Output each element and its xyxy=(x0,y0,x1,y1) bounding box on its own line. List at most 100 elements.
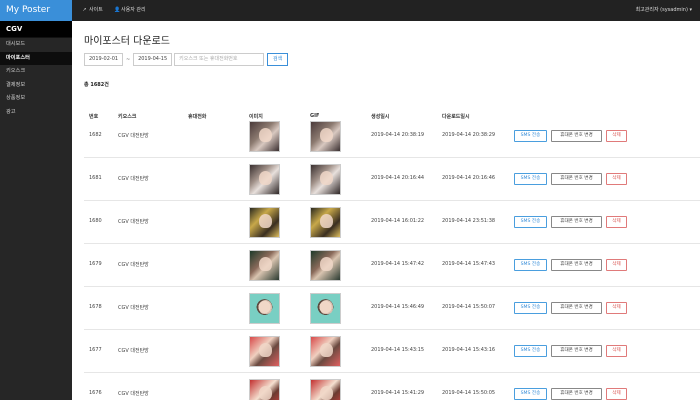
row-created: 2019-04-14 20:16:44 xyxy=(371,175,425,181)
table-row: 1682 CGV 대전탄방 2019-04-14 20:38:19 2019-04-1… xyxy=(84,115,700,158)
row-downloaded: 2019-04-14 15:43:16 xyxy=(442,347,496,353)
row-kiosk: CGV 대전탄방 xyxy=(118,391,149,397)
thumbnail-face xyxy=(259,343,272,357)
delete-button[interactable]: 삭제 xyxy=(606,173,627,185)
change-phone-button[interactable]: 휴대폰 번호 변경 xyxy=(551,345,602,357)
sms-send-button[interactable]: SMS 전송 xyxy=(514,173,547,185)
row-created: 2019-04-14 15:46:49 xyxy=(371,304,425,310)
change-phone-button[interactable]: 휴대폰 번호 변경 xyxy=(551,173,602,185)
sms-send-button[interactable]: SMS 전송 xyxy=(514,302,547,314)
row-number: 1678 xyxy=(89,304,102,310)
table-row: 1677 CGV 대전탄방 2019-04-14 15:43:15 2019-04-1… xyxy=(84,330,700,373)
sidebar-item[interactable]: 상품정보 xyxy=(0,92,72,106)
thumbnail-face xyxy=(320,214,333,228)
client-name: CGV xyxy=(0,21,72,38)
sidebar-item[interactable]: 광고 xyxy=(0,106,72,120)
image-thumbnail[interactable] xyxy=(249,293,280,324)
sms-send-button[interactable]: SMS 전송 xyxy=(514,216,547,228)
row-downloaded: 2019-04-14 20:38:29 xyxy=(442,132,496,138)
delete-button[interactable]: 삭제 xyxy=(606,345,627,357)
image-thumbnail[interactable] xyxy=(249,379,280,400)
sms-send-button[interactable]: SMS 전송 xyxy=(514,130,547,142)
total-count: 총 1682건 xyxy=(84,82,109,88)
row-created: 2019-04-14 15:47:42 xyxy=(371,261,425,267)
row-created: 2019-04-14 15:43:15 xyxy=(371,347,425,353)
user-management-link[interactable]: 👤 사용자 관리 xyxy=(114,0,146,21)
row-number: 1681 xyxy=(89,175,102,181)
thumbnail-face xyxy=(259,257,272,271)
sidebar-item[interactable]: 결제정보 xyxy=(0,79,72,93)
filter-bar: 2019-02-01 ~ 2019-04-15 키오스크 또는 휴대전화번호 검… xyxy=(84,53,289,66)
sidebar-item[interactable]: 대시보드 xyxy=(0,38,72,52)
table-row: 1679 CGV 대전탄방 2019-04-14 15:47:42 2019-04-1… xyxy=(84,244,700,287)
thumbnail-face xyxy=(320,386,333,400)
topbar: ↗ 사이트 👤 사용자 관리 최고관리자 (sysadmin) ▾ xyxy=(72,0,700,21)
sms-send-button[interactable]: SMS 전송 xyxy=(514,345,547,357)
table-row: 1676 CGV 대전탄방 2019-04-14 15:41:29 2019-04-1… xyxy=(84,373,700,400)
image-thumbnail[interactable] xyxy=(249,336,280,367)
change-phone-button[interactable]: 휴대폰 번호 변경 xyxy=(551,216,602,228)
sidebar-item[interactable]: 마이포스터 xyxy=(0,51,72,65)
thumbnail-face xyxy=(320,343,333,357)
gif-thumbnail[interactable] xyxy=(310,164,341,195)
site-link-label: 사이트 xyxy=(89,7,103,13)
row-downloaded: 2019-04-14 15:50:07 xyxy=(442,304,496,310)
site-link[interactable]: ↗ 사이트 xyxy=(82,0,103,21)
delete-button[interactable]: 삭제 xyxy=(606,388,627,400)
row-number: 1682 xyxy=(89,132,102,138)
gif-thumbnail[interactable] xyxy=(310,336,341,367)
user-menu[interactable]: 최고관리자 (sysadmin) ▾ xyxy=(636,0,692,21)
date-to-field[interactable]: 2019-04-15 xyxy=(133,53,173,66)
thumbnail-face xyxy=(259,214,272,228)
date-separator: ~ xyxy=(125,56,131,63)
row-downloaded: 2019-04-14 23:51:38 xyxy=(442,218,496,224)
row-number: 1679 xyxy=(89,261,102,267)
search-button[interactable]: 검색 xyxy=(267,53,289,66)
gif-thumbnail[interactable] xyxy=(310,207,341,238)
row-created: 2019-04-14 20:38:19 xyxy=(371,132,425,138)
gif-thumbnail[interactable] xyxy=(310,250,341,281)
image-thumbnail[interactable] xyxy=(249,121,280,152)
user-management-label: 사용자 관리 xyxy=(121,7,146,13)
row-kiosk: CGV 대전탄방 xyxy=(118,262,149,268)
row-downloaded: 2019-04-14 15:47:43 xyxy=(442,261,496,267)
change-phone-button[interactable]: 휴대폰 번호 변경 xyxy=(551,130,602,142)
row-kiosk: CGV 대전탄방 xyxy=(118,133,149,139)
date-from-field[interactable]: 2019-02-01 xyxy=(84,53,124,66)
image-thumbnail[interactable] xyxy=(249,207,280,238)
external-link-icon: ↗ xyxy=(82,7,87,13)
gif-thumbnail[interactable] xyxy=(310,379,341,400)
row-kiosk: CGV 대전탄방 xyxy=(118,219,149,225)
image-thumbnail[interactable] xyxy=(249,164,280,195)
change-phone-button[interactable]: 휴대폰 번호 변경 xyxy=(551,388,602,400)
table-row: 1678 CGV 대전탄방 2019-04-14 15:46:49 2019-04-1… xyxy=(84,287,700,330)
thumbnail-face xyxy=(259,386,272,400)
delete-button[interactable]: 삭제 xyxy=(606,130,627,142)
app-title[interactable]: My Poster xyxy=(0,0,72,21)
sidebar-item[interactable]: 키오스크 xyxy=(0,65,72,79)
user-icon: 👤 xyxy=(114,7,121,13)
delete-button[interactable]: 삭제 xyxy=(606,259,627,271)
gif-thumbnail[interactable] xyxy=(310,121,341,152)
row-number: 1680 xyxy=(89,218,102,224)
search-input[interactable]: 키오스크 또는 휴대전화번호 xyxy=(174,53,265,66)
table-row: 1681 CGV 대전탄방 2019-04-14 20:16:44 2019-04-1… xyxy=(84,158,700,201)
thumbnail-face xyxy=(320,300,333,314)
gif-thumbnail[interactable] xyxy=(310,293,341,324)
sms-send-button[interactable]: SMS 전송 xyxy=(514,259,547,271)
change-phone-button[interactable]: 휴대폰 번호 변경 xyxy=(551,302,602,314)
sidebar: My Poster CGV 대시보드 마이포스터 키오스크 결제정보 상품정보 광고 xyxy=(0,0,72,400)
thumbnail-face xyxy=(320,171,333,185)
thumbnail-face xyxy=(320,128,333,142)
change-phone-button[interactable]: 휴대폰 번호 변경 xyxy=(551,259,602,271)
row-number: 1677 xyxy=(89,347,102,353)
row-number: 1676 xyxy=(89,390,102,396)
sidebar-menu: 대시보드 마이포스터 키오스크 결제정보 상품정보 광고 xyxy=(0,38,72,119)
row-downloaded: 2019-04-14 15:50:05 xyxy=(442,390,496,396)
sms-send-button[interactable]: SMS 전송 xyxy=(514,388,547,400)
image-thumbnail[interactable] xyxy=(249,250,280,281)
delete-button[interactable]: 삭제 xyxy=(606,216,627,228)
row-kiosk: CGV 대전탄방 xyxy=(118,305,149,311)
delete-button[interactable]: 삭제 xyxy=(606,302,627,314)
thumbnail-face xyxy=(259,171,272,185)
